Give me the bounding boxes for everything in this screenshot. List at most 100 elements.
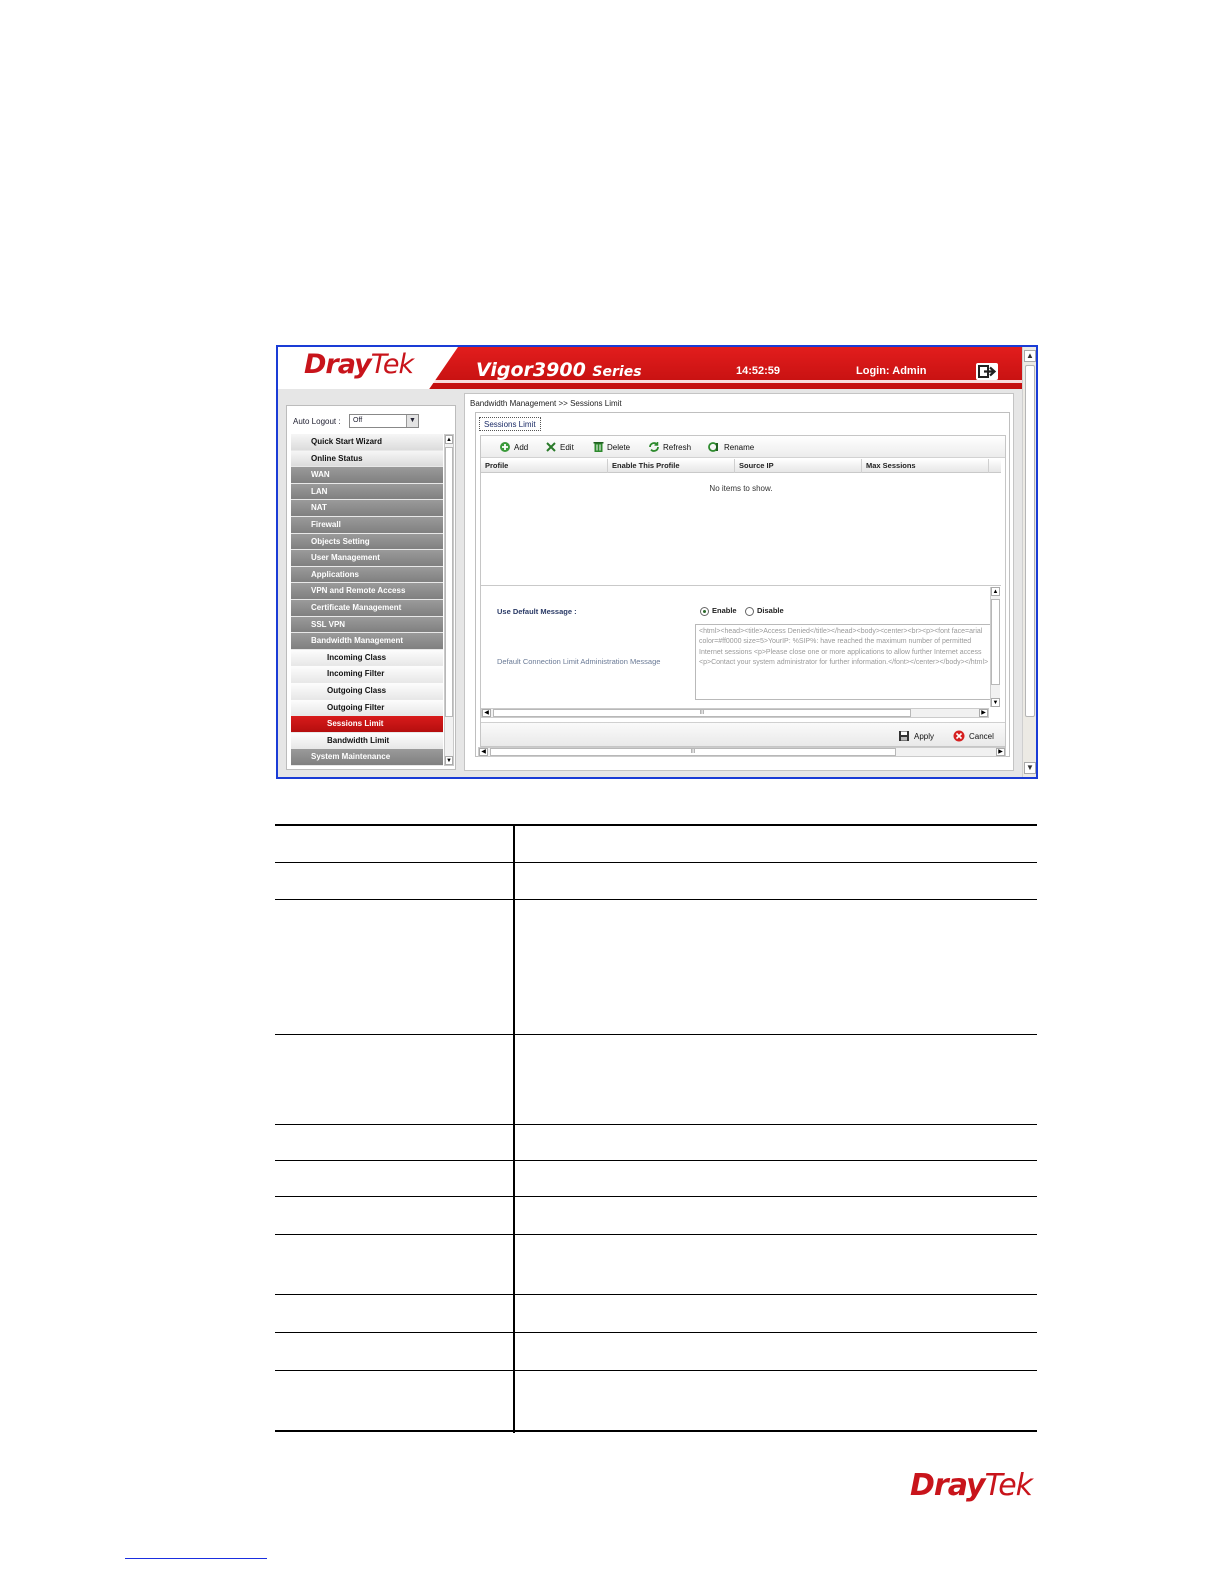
column-header-enable[interactable]: Enable This Profile [608,459,735,473]
sidebar-item-wan[interactable]: WAN [291,467,443,484]
use-default-message-label: Use Default Message : [497,607,577,616]
draytek-footer-logo: DrayTek [910,1468,1033,1503]
scroll-down-arrow-icon[interactable]: ▼ [445,756,453,765]
sidebar-item-incoming-class[interactable]: Incoming Class [291,649,443,667]
sidebar-item-system-maintenance[interactable]: System Maintenance [291,749,443,766]
sidebar-menu: Quick Start Wizard Online Status WAN LAN NAT… [291,434,443,766]
sidebar-item-ssl-vpn[interactable]: SSL VPN [291,616,443,634]
admin-message-label: Default Connection Limit Administration … [497,657,661,666]
enable-radio[interactable]: Enable [700,606,737,616]
sidebar-item-nat[interactable]: NAT [291,500,443,517]
table-rule [275,1034,1037,1035]
scroll-right-arrow-icon[interactable]: ▶ [996,748,1005,756]
header-stripe [278,380,1022,383]
sidebar-item-certificate-management[interactable]: Certificate Management [291,599,443,617]
add-icon [499,441,511,455]
table-rule [275,1234,1037,1235]
tab-sessions-limit[interactable]: Sessions Limit [479,417,541,431]
scroll-right-arrow-icon[interactable]: ▶ [979,709,988,717]
sidebar-item-sessions-limit[interactable]: Sessions Limit [291,716,443,733]
table-column-divider [513,824,515,1433]
scroll-thumb[interactable]: III [493,709,911,717]
table-rule [275,1124,1037,1125]
sidebar-item-bandwidth-management[interactable]: Bandwidth Management [291,633,443,650]
sidebar-item-applications[interactable]: Applications [291,566,443,584]
refresh-icon [648,441,660,455]
auto-logout-label: Auto Logout : [293,417,341,426]
auto-logout-value: Off [353,417,363,424]
scroll-left-arrow-icon[interactable]: ◀ [479,748,488,756]
column-header-profile[interactable]: Profile [481,459,608,473]
auto-logout-select[interactable]: Off ▼ [349,414,419,428]
disable-radio[interactable]: Disable [745,606,784,616]
message-settings: Use Default Message : Enable Disable Def… [481,587,1001,707]
cancel-icon [953,730,965,744]
scroll-up-arrow-icon[interactable]: ▲ [445,435,453,444]
rename-button[interactable]: Rename [708,441,754,455]
scroll-up-arrow-icon[interactable]: ▲ [1024,350,1036,362]
tab-panel: Sessions Limit Add Edit Delete Refresh R… [475,412,1010,757]
column-header-source-ip[interactable]: Source IP [735,459,862,473]
sidebar-item-vpn-and-remote-access[interactable]: VPN and Remote Access [291,583,443,600]
scroll-thumb[interactable] [991,599,1000,685]
sidebar-item-user-management[interactable]: User Management [291,550,443,567]
edit-icon [545,441,557,455]
sessions-limit-content: Add Edit Delete Refresh Rename Profile E… [480,435,1006,747]
delete-button[interactable]: Delete [593,441,630,455]
router-web-ui-screenshot: DrayTek Vigor3900 Series 14:52:59 Login:… [276,345,1038,779]
sidebar-scrollbar[interactable]: ▲ ▼ [444,434,454,766]
table-rule [275,1332,1037,1333]
scroll-down-arrow-icon[interactable]: ▼ [991,698,1000,707]
add-button[interactable]: Add [499,441,528,455]
window-vertical-scrollbar[interactable]: ▲ ▼ [1022,347,1036,777]
breadcrumb: Bandwidth Management >> Sessions Limit [470,399,622,408]
sidebar-item-outgoing-filter[interactable]: Outgoing Filter [291,699,443,717]
action-bar: Apply Cancel [481,722,1005,746]
sidebar-item-quick-start-wizard[interactable]: Quick Start Wizard [291,434,443,451]
edit-button[interactable]: Edit [545,441,574,455]
chevron-down-icon[interactable]: ▼ [406,415,418,427]
table-rule [275,1430,1037,1432]
table-rule [275,1294,1037,1295]
trash-icon [593,441,604,455]
refresh-button[interactable]: Refresh [648,441,691,455]
footer-link-underline [125,1558,267,1559]
apply-button[interactable]: Apply [898,730,934,744]
scroll-thumb[interactable]: III [490,748,896,756]
table-body: No items to show. [481,474,1001,586]
radio-unselected-icon[interactable] [745,606,754,616]
table-rule [275,1196,1037,1197]
logout-icon[interactable] [976,363,998,380]
table-header: Profile Enable This Profile Source IP Ma… [481,459,1001,473]
scroll-left-arrow-icon[interactable]: ◀ [482,709,491,717]
main-panel: Bandwidth Management >> Sessions Limit S… [464,393,1014,771]
table-rule [275,1160,1037,1161]
radio-selected-icon[interactable] [700,606,709,616]
scroll-thumb[interactable] [1025,365,1035,717]
scroll-up-arrow-icon[interactable]: ▲ [991,587,1000,596]
sidebar-item-outgoing-class[interactable]: Outgoing Class [291,682,443,700]
scroll-thumb[interactable] [445,447,453,717]
save-disk-icon [898,730,910,744]
model-name: Vigor3900 Series [476,359,642,381]
table-rule [275,1370,1037,1371]
rename-icon [708,441,721,455]
sidebar-item-lan[interactable]: LAN [291,483,443,501]
form-horizontal-scrollbar[interactable]: ◀ III ▶ [481,708,989,718]
cancel-button[interactable]: Cancel [953,730,994,744]
column-header-max-sessions[interactable]: Max Sessions [862,459,989,473]
sidebar-item-online-status[interactable]: Online Status [291,450,443,468]
panel-horizontal-scrollbar[interactable]: ◀ III ▶ [478,747,1006,757]
sidebar-item-bandwidth-limit[interactable]: Bandwidth Limit [291,732,443,750]
sidebar-item-incoming-filter[interactable]: Incoming Filter [291,666,443,683]
table-rule [275,862,1037,863]
header-bar: DrayTek Vigor3900 Series 14:52:59 Login:… [278,347,1022,389]
scroll-down-arrow-icon[interactable]: ▼ [1024,762,1036,774]
admin-message-textarea[interactable]: <html><head><title>Access Denied</title>… [695,624,993,700]
sidebar-item-objects-setting[interactable]: Objects Setting [291,533,443,551]
clock: 14:52:59 [736,365,781,377]
login-status: Login: Admin [856,365,927,377]
form-vertical-scrollbar[interactable]: ▲ ▼ [990,587,1000,707]
sidebar-item-firewall[interactable]: Firewall [291,516,443,534]
toolbar: Add Edit Delete Refresh Rename [481,436,1005,458]
